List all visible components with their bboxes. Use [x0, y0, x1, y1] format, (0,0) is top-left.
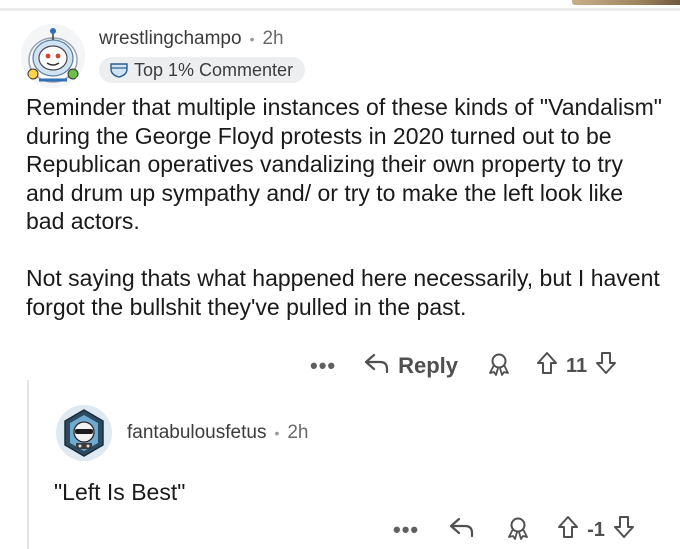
- comment-thread: wrestlingchampo • 2h Top 1% Commenter Re…: [0, 0, 680, 549]
- top-divider: [0, 8, 680, 11]
- award-icon: [486, 353, 512, 380]
- username[interactable]: fantabulousfetus: [127, 422, 266, 444]
- comment-actions: ••• Reply 11: [310, 346, 617, 386]
- vote-score: 11: [566, 354, 588, 377]
- reply-body: "Left Is Best": [54, 479, 186, 505]
- reply-meta: fantabulousfetus • 2h: [127, 422, 309, 444]
- timestamp: 2h: [262, 28, 284, 49]
- timestamp: 2h: [287, 422, 309, 443]
- upvote-button[interactable]: [536, 351, 558, 381]
- downvote-arrow-icon: [613, 516, 634, 538]
- upvote-arrow-icon: [537, 352, 558, 374]
- thread-line[interactable]: [27, 380, 29, 549]
- award-button[interactable]: [505, 516, 531, 545]
- avatar[interactable]: [21, 24, 85, 88]
- reply-actions: ••• -1: [393, 510, 635, 549]
- upvote-arrow-icon: [558, 516, 579, 538]
- meta-separator: •: [249, 31, 255, 47]
- comment-paragraph: Not saying thats what happened here nece…: [26, 265, 660, 320]
- upvote-button[interactable]: [557, 515, 579, 545]
- username[interactable]: wrestlingchampo: [99, 28, 242, 50]
- more-options-button[interactable]: •••: [310, 353, 336, 379]
- vote-score: -1: [587, 518, 605, 541]
- comment-meta: wrestlingchampo • 2h: [99, 28, 284, 50]
- downvote-arrow-icon: [596, 352, 617, 374]
- reply-arrow-icon: [449, 516, 475, 544]
- award-icon: [505, 517, 531, 544]
- post-image-fragment: [572, 0, 680, 5]
- comment-paragraph: Reminder that multiple instances of thes…: [26, 94, 662, 234]
- reply-button[interactable]: [449, 516, 475, 544]
- reply-arrow-icon: [364, 352, 390, 380]
- vote-control: -1: [557, 515, 635, 545]
- badge-shield-icon: [109, 62, 129, 78]
- comment-body: Reminder that multiple instances of thes…: [26, 93, 666, 321]
- more-options-button[interactable]: •••: [393, 517, 419, 543]
- vote-control: 11: [536, 351, 617, 381]
- reply-label: Reply: [398, 353, 459, 378]
- reply-button[interactable]: Reply: [364, 352, 458, 380]
- badge-label: Top 1% Commenter: [134, 59, 294, 80]
- top-commenter-badge[interactable]: Top 1% Commenter: [99, 57, 306, 83]
- award-button[interactable]: [486, 352, 512, 381]
- downvote-button[interactable]: [613, 515, 635, 545]
- downvote-button[interactable]: [595, 351, 617, 381]
- meta-separator: •: [274, 425, 280, 441]
- avatar[interactable]: [56, 405, 112, 461]
